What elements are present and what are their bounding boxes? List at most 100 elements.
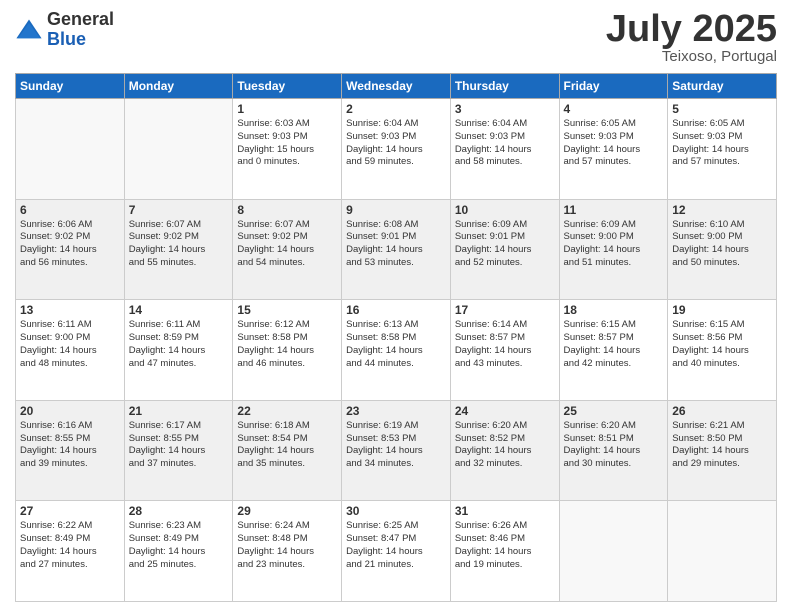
calendar-cell: 21 Sunrise: 6:17 AM Sunset: 8:55 PM Dayli… bbox=[124, 400, 233, 501]
calendar-cell: 25 Sunrise: 6:20 AM Sunset: 8:51 PM Dayli… bbox=[559, 400, 668, 501]
calendar-cell bbox=[124, 99, 233, 200]
calendar-cell: 14Sunrise: 6:11 AM Sunset: 8:59 PM Dayli… bbox=[124, 300, 233, 401]
calendar-cell: 5 Sunrise: 6:05 AM Sunset: 9:03 PM Daylig… bbox=[668, 99, 777, 200]
page: General Blue July 2025 Teixoso, Portugal… bbox=[0, 0, 792, 612]
logo-icon bbox=[15, 16, 43, 44]
weekday-friday: Friday bbox=[559, 74, 668, 99]
day-number: 9 bbox=[346, 203, 446, 217]
calendar-cell: 8 Sunrise: 6:07 AM Sunset: 9:02 PM Daylig… bbox=[233, 199, 342, 300]
day-info: Sunrise: 6:05 AM Sunset: 9:03 PM Dayligh… bbox=[564, 118, 664, 169]
day-info: Sunrise: 6:23 AM Sunset: 8:49 PM Dayligh… bbox=[129, 520, 229, 571]
logo: General Blue bbox=[15, 10, 114, 50]
calendar-cell: 31Sunrise: 6:26 AM Sunset: 8:46 PM Dayli… bbox=[450, 501, 559, 602]
calendar-cell: 22 Sunrise: 6:18 AM Sunset: 8:54 PM Dayli… bbox=[233, 400, 342, 501]
day-info: Sunrise: 6:09 AM Sunset: 9:01 PM Dayligh… bbox=[455, 219, 555, 270]
calendar-cell: 4Sunrise: 6:05 AM Sunset: 9:03 PM Daylig… bbox=[559, 99, 668, 200]
day-number: 20 bbox=[20, 404, 120, 418]
day-info: Sunrise: 6:12 AM Sunset: 8:58 PM Dayligh… bbox=[237, 319, 337, 370]
day-number: 6 bbox=[20, 203, 120, 217]
day-info: Sunrise: 6:14 AM Sunset: 8:57 PM Dayligh… bbox=[455, 319, 555, 370]
calendar-cell: 23 Sunrise: 6:19 AM Sunset: 8:53 PM Dayli… bbox=[342, 400, 451, 501]
calendar-cell: 24Sunrise: 6:20 AM Sunset: 8:52 PM Dayli… bbox=[450, 400, 559, 501]
calendar-cell: 28Sunrise: 6:23 AM Sunset: 8:49 PM Dayli… bbox=[124, 501, 233, 602]
day-info: Sunrise: 6:19 AM Sunset: 8:53 PM Dayligh… bbox=[346, 420, 446, 471]
calendar-cell: 26 Sunrise: 6:21 AM Sunset: 8:50 PM Dayli… bbox=[668, 400, 777, 501]
day-info: Sunrise: 6:05 AM Sunset: 9:03 PM Dayligh… bbox=[672, 118, 772, 169]
calendar-cell: 18 Sunrise: 6:15 AM Sunset: 8:57 PM Dayli… bbox=[559, 300, 668, 401]
day-number: 5 bbox=[672, 102, 772, 116]
day-info: Sunrise: 6:15 AM Sunset: 8:57 PM Dayligh… bbox=[564, 319, 664, 370]
calendar-cell bbox=[16, 99, 125, 200]
calendar-cell: 6 Sunrise: 6:06 AM Sunset: 9:02 PM Daylig… bbox=[16, 199, 125, 300]
day-info: Sunrise: 6:25 AM Sunset: 8:47 PM Dayligh… bbox=[346, 520, 446, 571]
day-number: 25 bbox=[564, 404, 664, 418]
day-number: 8 bbox=[237, 203, 337, 217]
day-info: Sunrise: 6:07 AM Sunset: 9:02 PM Dayligh… bbox=[237, 219, 337, 270]
day-info: Sunrise: 6:11 AM Sunset: 9:00 PM Dayligh… bbox=[20, 319, 120, 370]
day-number: 26 bbox=[672, 404, 772, 418]
day-info: Sunrise: 6:11 AM Sunset: 8:59 PM Dayligh… bbox=[129, 319, 229, 370]
calendar-cell: 27 Sunrise: 6:22 AM Sunset: 8:49 PM Dayli… bbox=[16, 501, 125, 602]
day-info: Sunrise: 6:21 AM Sunset: 8:50 PM Dayligh… bbox=[672, 420, 772, 471]
day-number: 13 bbox=[20, 303, 120, 317]
calendar-cell: 29 Sunrise: 6:24 AM Sunset: 8:48 PM Dayli… bbox=[233, 501, 342, 602]
calendar-cell: 12 Sunrise: 6:10 AM Sunset: 9:00 PM Dayli… bbox=[668, 199, 777, 300]
day-info: Sunrise: 6:24 AM Sunset: 8:48 PM Dayligh… bbox=[237, 520, 337, 571]
day-number: 15 bbox=[237, 303, 337, 317]
day-info: Sunrise: 6:08 AM Sunset: 9:01 PM Dayligh… bbox=[346, 219, 446, 270]
day-info: Sunrise: 6:20 AM Sunset: 8:51 PM Dayligh… bbox=[564, 420, 664, 471]
day-number: 23 bbox=[346, 404, 446, 418]
day-info: Sunrise: 6:15 AM Sunset: 8:56 PM Dayligh… bbox=[672, 319, 772, 370]
day-number: 30 bbox=[346, 504, 446, 518]
day-info: Sunrise: 6:18 AM Sunset: 8:54 PM Dayligh… bbox=[237, 420, 337, 471]
week-row-3: 13 Sunrise: 6:11 AM Sunset: 9:00 PM Dayli… bbox=[16, 300, 777, 401]
day-info: Sunrise: 6:16 AM Sunset: 8:55 PM Dayligh… bbox=[20, 420, 120, 471]
calendar-cell: 15 Sunrise: 6:12 AM Sunset: 8:58 PM Dayli… bbox=[233, 300, 342, 401]
calendar-cell: 20 Sunrise: 6:16 AM Sunset: 8:55 PM Dayli… bbox=[16, 400, 125, 501]
calendar-cell: 11Sunrise: 6:09 AM Sunset: 9:00 PM Dayli… bbox=[559, 199, 668, 300]
weekday-monday: Monday bbox=[124, 74, 233, 99]
day-number: 18 bbox=[564, 303, 664, 317]
week-row-1: 1 Sunrise: 6:03 AM Sunset: 9:03 PM Daylig… bbox=[16, 99, 777, 200]
calendar-cell bbox=[668, 501, 777, 602]
calendar-cell: 7 Sunrise: 6:07 AM Sunset: 9:02 PM Daylig… bbox=[124, 199, 233, 300]
day-info: Sunrise: 6:07 AM Sunset: 9:02 PM Dayligh… bbox=[129, 219, 229, 270]
day-info: Sunrise: 6:13 AM Sunset: 8:58 PM Dayligh… bbox=[346, 319, 446, 370]
day-number: 12 bbox=[672, 203, 772, 217]
day-info: Sunrise: 6:04 AM Sunset: 9:03 PM Dayligh… bbox=[455, 118, 555, 169]
day-info: Sunrise: 6:10 AM Sunset: 9:00 PM Dayligh… bbox=[672, 219, 772, 270]
calendar-cell: 19 Sunrise: 6:15 AM Sunset: 8:56 PM Dayli… bbox=[668, 300, 777, 401]
header: General Blue July 2025 Teixoso, Portugal bbox=[15, 10, 777, 65]
day-number: 11 bbox=[564, 203, 664, 217]
day-number: 21 bbox=[129, 404, 229, 418]
weekday-header-row: SundayMondayTuesdayWednesdayThursdayFrid… bbox=[16, 74, 777, 99]
weekday-tuesday: Tuesday bbox=[233, 74, 342, 99]
weekday-saturday: Saturday bbox=[668, 74, 777, 99]
calendar-cell: 1 Sunrise: 6:03 AM Sunset: 9:03 PM Daylig… bbox=[233, 99, 342, 200]
weekday-thursday: Thursday bbox=[450, 74, 559, 99]
day-number: 17 bbox=[455, 303, 555, 317]
calendar: SundayMondayTuesdayWednesdayThursdayFrid… bbox=[15, 73, 777, 602]
location: Teixoso, Portugal bbox=[606, 48, 777, 65]
day-info: Sunrise: 6:03 AM Sunset: 9:03 PM Dayligh… bbox=[237, 118, 337, 169]
week-row-4: 20 Sunrise: 6:16 AM Sunset: 8:55 PM Dayli… bbox=[16, 400, 777, 501]
day-number: 22 bbox=[237, 404, 337, 418]
day-info: Sunrise: 6:04 AM Sunset: 9:03 PM Dayligh… bbox=[346, 118, 446, 169]
day-number: 27 bbox=[20, 504, 120, 518]
day-number: 7 bbox=[129, 203, 229, 217]
day-info: Sunrise: 6:17 AM Sunset: 8:55 PM Dayligh… bbox=[129, 420, 229, 471]
calendar-cell: 3 Sunrise: 6:04 AM Sunset: 9:03 PM Daylig… bbox=[450, 99, 559, 200]
day-number: 1 bbox=[237, 102, 337, 116]
day-number: 16 bbox=[346, 303, 446, 317]
day-info: Sunrise: 6:22 AM Sunset: 8:49 PM Dayligh… bbox=[20, 520, 120, 571]
day-number: 3 bbox=[455, 102, 555, 116]
day-number: 29 bbox=[237, 504, 337, 518]
weekday-wednesday: Wednesday bbox=[342, 74, 451, 99]
calendar-cell bbox=[559, 501, 668, 602]
day-info: Sunrise: 6:20 AM Sunset: 8:52 PM Dayligh… bbox=[455, 420, 555, 471]
logo-general: General bbox=[47, 10, 114, 30]
day-number: 19 bbox=[672, 303, 772, 317]
weekday-sunday: Sunday bbox=[16, 74, 125, 99]
day-info: Sunrise: 6:06 AM Sunset: 9:02 PM Dayligh… bbox=[20, 219, 120, 270]
day-number: 10 bbox=[455, 203, 555, 217]
